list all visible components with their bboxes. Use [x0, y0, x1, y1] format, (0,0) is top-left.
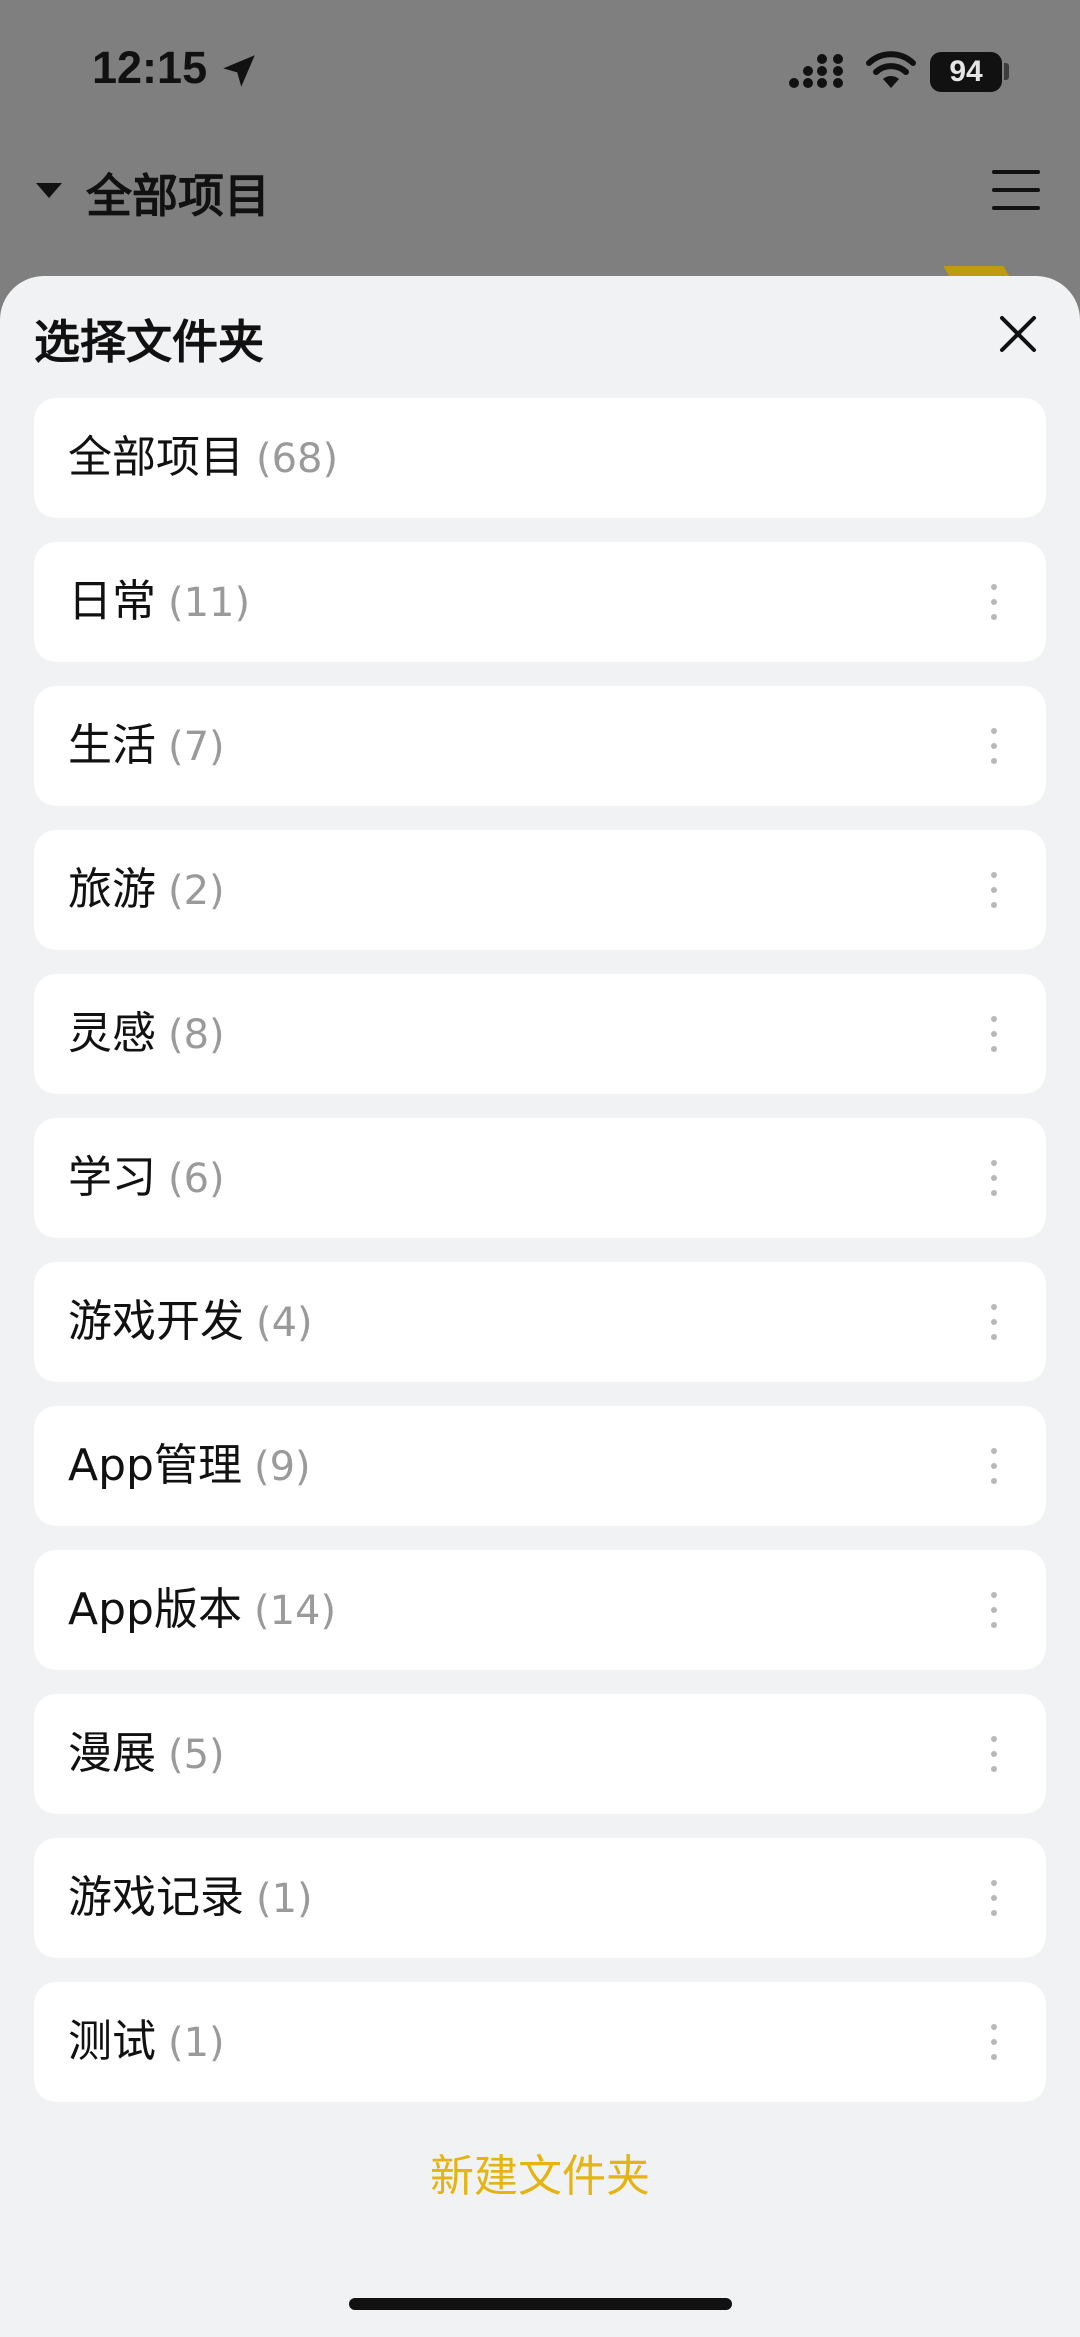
folder-count: (1)	[168, 2020, 225, 2066]
folder-label: 生活 (7)	[68, 720, 225, 771]
folder-item[interactable]: 漫展 (5)	[34, 1694, 1046, 1814]
page-title[interactable]: 全部项目	[86, 160, 270, 226]
more-options-icon[interactable]	[986, 870, 1002, 910]
more-options-icon[interactable]	[986, 726, 1002, 766]
new-folder-button[interactable]: 新建文件夹	[0, 2140, 1080, 2204]
folder-count: (7)	[168, 724, 225, 770]
folder-count: (1)	[256, 1876, 313, 1922]
wifi-icon	[866, 51, 916, 88]
folder-item[interactable]: 游戏开发 (4)	[34, 1262, 1046, 1382]
sheet-title: 选择文件夹	[34, 315, 264, 369]
more-options-icon[interactable]	[986, 1590, 1002, 1630]
folder-count: (11)	[168, 580, 251, 626]
battery-tip	[1004, 63, 1009, 80]
cellular-signal-icon	[789, 54, 843, 88]
folder-count: (14)	[253, 1588, 337, 1634]
more-options-icon[interactable]	[986, 1878, 1002, 1918]
folder-item[interactable]: 旅游 (2)	[34, 830, 1046, 950]
status-time: 12:15	[92, 42, 208, 93]
close-icon[interactable]	[990, 306, 1046, 362]
folder-item[interactable]: 生活 (7)	[34, 686, 1046, 806]
folder-label: 灵感 (8)	[68, 1008, 225, 1059]
folder-label: 测试 (1)	[68, 2016, 225, 2067]
folder-count: (8)	[168, 1012, 225, 1058]
folder-label: App管理 (9)	[68, 1440, 311, 1491]
battery-level: 94	[949, 55, 983, 88]
folder-count: (68)	[256, 436, 339, 482]
folder-item[interactable]: 学习 (6)	[34, 1118, 1046, 1238]
more-options-icon[interactable]	[986, 1734, 1002, 1774]
more-options-icon[interactable]	[986, 1014, 1002, 1054]
folder-count: (5)	[168, 1732, 225, 1778]
folder-label: 漫展 (5)	[68, 1728, 225, 1779]
folder-count: (6)	[168, 1156, 225, 1202]
folder-label: 日常 (11)	[68, 576, 251, 627]
folder-item[interactable]: App版本 (14)	[34, 1550, 1046, 1670]
folder-item[interactable]: 游戏记录 (1)	[34, 1838, 1046, 1958]
folder-label: 全部项目 (68)	[68, 432, 339, 483]
folder-label: App版本 (14)	[68, 1584, 337, 1635]
folder-item-all[interactable]: 全部项目 (68)	[34, 398, 1046, 518]
folder-item[interactable]: 灵感 (8)	[34, 974, 1046, 1094]
folder-picker-sheet: 选择文件夹 全部项目 (68) 日常 (11) 生活 (7) 旅游 (2) 灵感 (8) …	[0, 276, 1080, 2337]
folder-count: (9)	[253, 1444, 311, 1490]
caret-down-icon[interactable]	[36, 183, 62, 198]
folder-label: 游戏开发 (4)	[68, 1296, 313, 1347]
folder-count: (4)	[256, 1300, 313, 1346]
more-options-icon[interactable]	[986, 1302, 1002, 1342]
more-options-icon[interactable]	[986, 1446, 1002, 1486]
battery-indicator: 94	[930, 52, 1002, 92]
more-options-icon[interactable]	[986, 1158, 1002, 1198]
location-arrow-icon	[223, 55, 255, 87]
status-bar: 12:15 94	[0, 0, 1080, 140]
more-options-icon[interactable]	[986, 2022, 1002, 2062]
folder-item[interactable]: App管理 (9)	[34, 1406, 1046, 1526]
more-options-icon[interactable]	[986, 582, 1002, 622]
home-indicator[interactable]	[349, 2298, 732, 2310]
folder-item[interactable]: 测试 (1)	[34, 1982, 1046, 2102]
folder-label: 旅游 (2)	[68, 864, 225, 915]
folder-label: 游戏记录 (1)	[68, 1872, 313, 1923]
folder-label: 学习 (6)	[68, 1152, 225, 1203]
menu-icon[interactable]	[992, 168, 1040, 212]
folder-item[interactable]: 日常 (11)	[34, 542, 1046, 662]
folder-count: (2)	[168, 868, 225, 914]
